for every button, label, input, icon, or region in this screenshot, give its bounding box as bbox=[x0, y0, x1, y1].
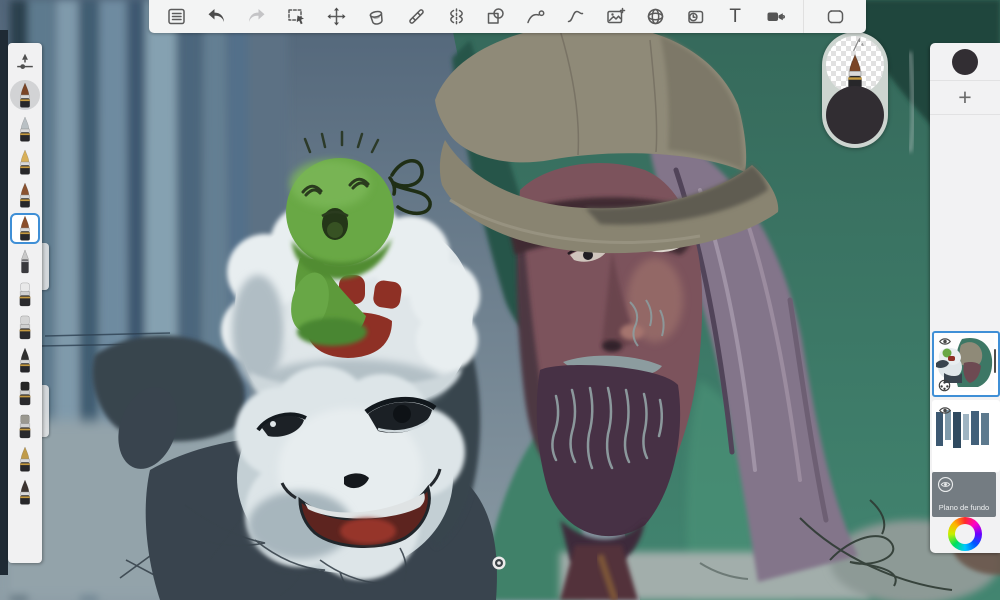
transform-icon[interactable] bbox=[318, 3, 354, 30]
import-image-icon[interactable] bbox=[598, 3, 634, 30]
toolbar-main-group: T bbox=[149, 3, 803, 30]
layer-marker-icon[interactable] bbox=[938, 379, 951, 392]
brush-item-round-gold[interactable] bbox=[12, 446, 38, 473]
brush-settings-icon[interactable] bbox=[13, 50, 37, 74]
layers-panel: + Plano de fundo bbox=[930, 43, 1000, 553]
layer-card-background[interactable]: Plano de fundo bbox=[932, 472, 996, 517]
layer-card-paint[interactable] bbox=[932, 331, 1000, 397]
brush-item-airbrush[interactable] bbox=[12, 116, 38, 143]
background-layer-label: Plano de fundo bbox=[938, 503, 990, 512]
brush-panel bbox=[8, 43, 42, 563]
top-toolbar: T bbox=[149, 0, 866, 33]
predictive-stroke-icon[interactable] bbox=[518, 3, 554, 30]
symmetry-icon[interactable] bbox=[438, 3, 474, 30]
add-layer-label: + bbox=[958, 84, 972, 110]
redo-icon[interactable] bbox=[239, 3, 275, 30]
camera-icon[interactable] bbox=[757, 3, 793, 30]
layers-scrollbar[interactable] bbox=[994, 349, 996, 373]
steady-stroke-icon[interactable] bbox=[558, 3, 594, 30]
brush-item-round-brown[interactable] bbox=[12, 182, 38, 209]
brush-item-ink-pen[interactable] bbox=[12, 149, 38, 176]
current-color-section bbox=[930, 43, 1000, 81]
perspective-icon[interactable] bbox=[637, 3, 673, 30]
shapes-icon[interactable] bbox=[478, 3, 514, 30]
brush-item-marker-light[interactable] bbox=[12, 314, 38, 341]
text-tool-icon[interactable]: T bbox=[717, 3, 753, 30]
brush-item-flat-black[interactable] bbox=[12, 380, 38, 407]
fill-icon[interactable] bbox=[358, 3, 394, 30]
layer-visibility-eye-icon[interactable] bbox=[938, 405, 952, 416]
layer-card-sketch[interactable] bbox=[932, 400, 1000, 472]
puck-pen-glyph bbox=[848, 37, 865, 53]
text-tool-glyph: T bbox=[729, 6, 741, 27]
rect-select-icon[interactable] bbox=[279, 3, 315, 30]
color-puck[interactable] bbox=[826, 86, 884, 144]
color-wheel[interactable] bbox=[948, 517, 982, 551]
current-color-swatch[interactable] bbox=[952, 48, 978, 75]
guides-icon[interactable] bbox=[398, 3, 434, 30]
undo-icon[interactable] bbox=[199, 3, 235, 30]
brush-item-dark-round[interactable] bbox=[12, 479, 38, 506]
brush-item-pointed-selected[interactable] bbox=[10, 213, 40, 244]
brush-item-round-black[interactable] bbox=[12, 347, 38, 374]
brush-item-pencil[interactable] bbox=[12, 248, 38, 275]
brush-color-puck[interactable] bbox=[822, 32, 888, 148]
active-brush-puck[interactable] bbox=[10, 80, 40, 110]
background-visibility-eye-icon[interactable] bbox=[937, 476, 954, 493]
menu-icon[interactable] bbox=[159, 3, 195, 30]
layer-visibility-eye-icon[interactable] bbox=[938, 336, 952, 347]
time-lapse-icon[interactable] bbox=[677, 3, 713, 30]
brush-item-marker-white[interactable] bbox=[12, 281, 38, 308]
fullscreen-icon[interactable] bbox=[817, 3, 853, 30]
add-layer-button[interactable]: + bbox=[930, 81, 1000, 115]
brush-item-chisel[interactable] bbox=[12, 413, 38, 440]
canvas-rotate-badge[interactable] bbox=[491, 555, 507, 571]
